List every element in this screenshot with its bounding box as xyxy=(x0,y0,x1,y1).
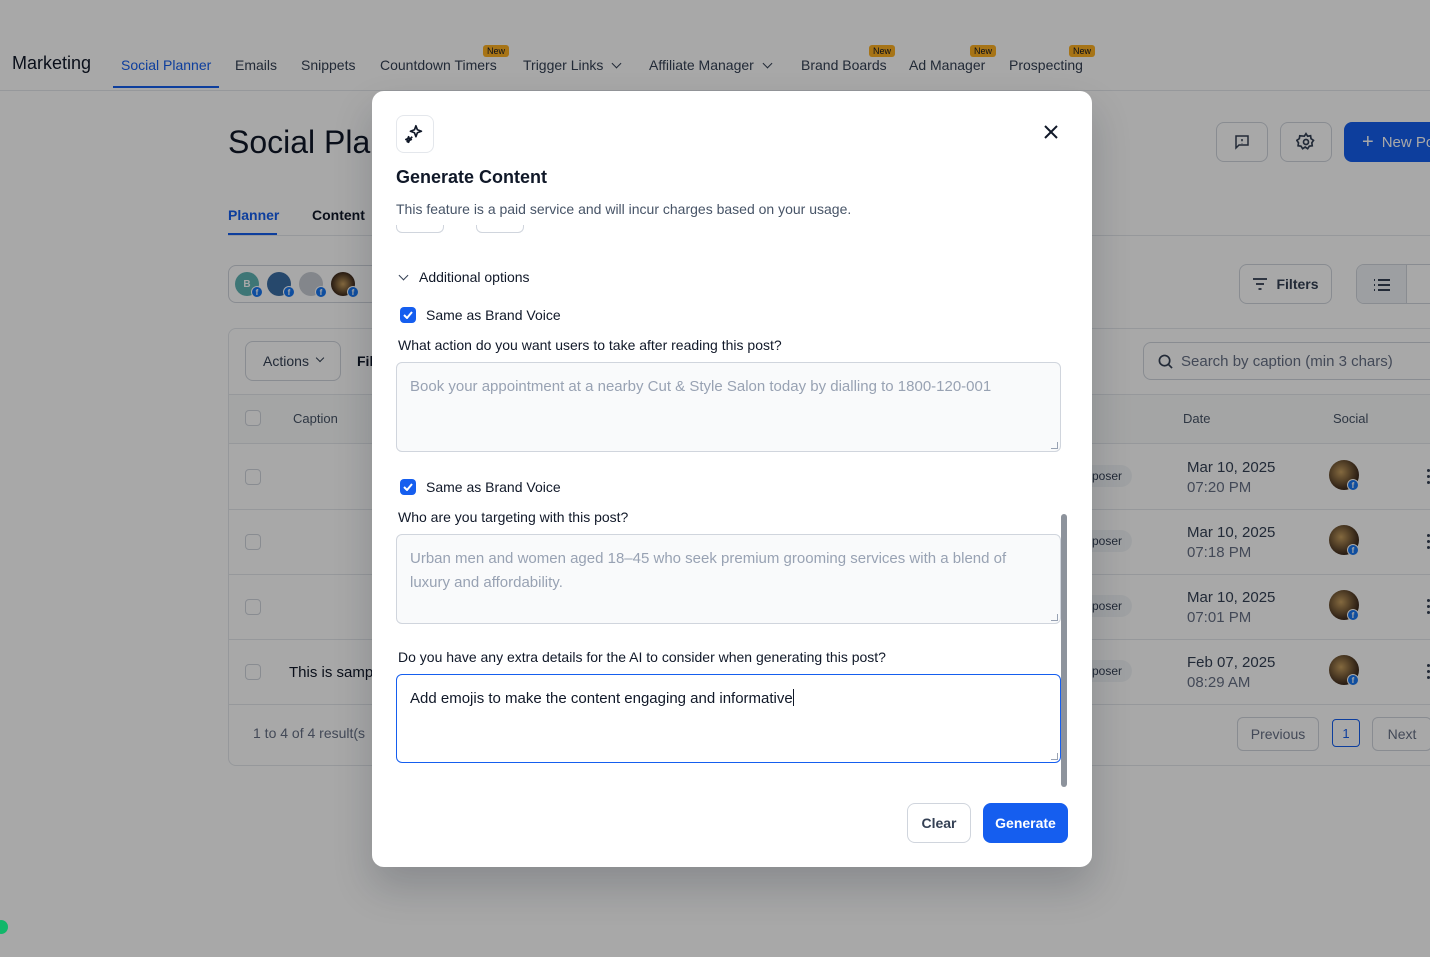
action-question-label: What action do you want users to take af… xyxy=(398,337,782,353)
extra-details-value: Add emojis to make the content engaging … xyxy=(410,690,793,707)
generate-content-modal: Generate Content This feature is a paid … xyxy=(372,91,1092,867)
additional-options-toggle[interactable]: Additional options xyxy=(396,269,530,285)
resize-handle[interactable] xyxy=(1051,753,1058,760)
scrollbar-thumb[interactable] xyxy=(1061,514,1067,787)
call-to-action-textarea[interactable]: Book your appointment at a nearby Cut & … xyxy=(396,362,1061,452)
modal-scroll-area[interactable]: Additional options Same as Brand Voice W… xyxy=(372,225,1092,785)
target-audience-placeholder: Urban men and women aged 18–45 who seek … xyxy=(410,550,1007,591)
resize-handle[interactable] xyxy=(1051,614,1058,621)
resize-handle[interactable] xyxy=(1051,442,1058,449)
checkbox-checked-icon[interactable] xyxy=(400,307,416,323)
generate-button[interactable]: Generate xyxy=(983,803,1068,843)
option-box[interactable] xyxy=(396,225,444,233)
call-to-action-placeholder: Book your appointment at a nearby Cut & … xyxy=(410,378,992,395)
target-question-label: Who are you targeting with this post? xyxy=(398,509,629,525)
extra-details-textarea[interactable]: Add emojis to make the content engaging … xyxy=(396,674,1061,763)
text-cursor xyxy=(792,689,794,706)
brand-voice-checkbox-action[interactable]: Same as Brand Voice xyxy=(400,307,561,323)
checkbox-checked-icon[interactable] xyxy=(400,479,416,495)
option-box[interactable] xyxy=(476,225,524,233)
chevron-down-icon xyxy=(398,270,409,280)
modal-title: Generate Content xyxy=(396,167,548,187)
brand-voice-label: Same as Brand Voice xyxy=(426,307,561,323)
target-audience-textarea[interactable]: Urban men and women aged 18–45 who seek … xyxy=(396,534,1061,624)
modal-subtitle: This feature is a paid service and will … xyxy=(396,201,852,217)
brand-voice-label: Same as Brand Voice xyxy=(426,479,561,495)
extra-details-question-label: Do you have any extra details for the AI… xyxy=(398,649,886,665)
ai-sparkle-icon xyxy=(396,115,434,153)
additional-options-label: Additional options xyxy=(419,269,530,285)
brand-voice-checkbox-target[interactable]: Same as Brand Voice xyxy=(400,479,561,495)
clear-button[interactable]: Clear xyxy=(907,803,971,843)
close-icon[interactable] xyxy=(1040,121,1062,143)
